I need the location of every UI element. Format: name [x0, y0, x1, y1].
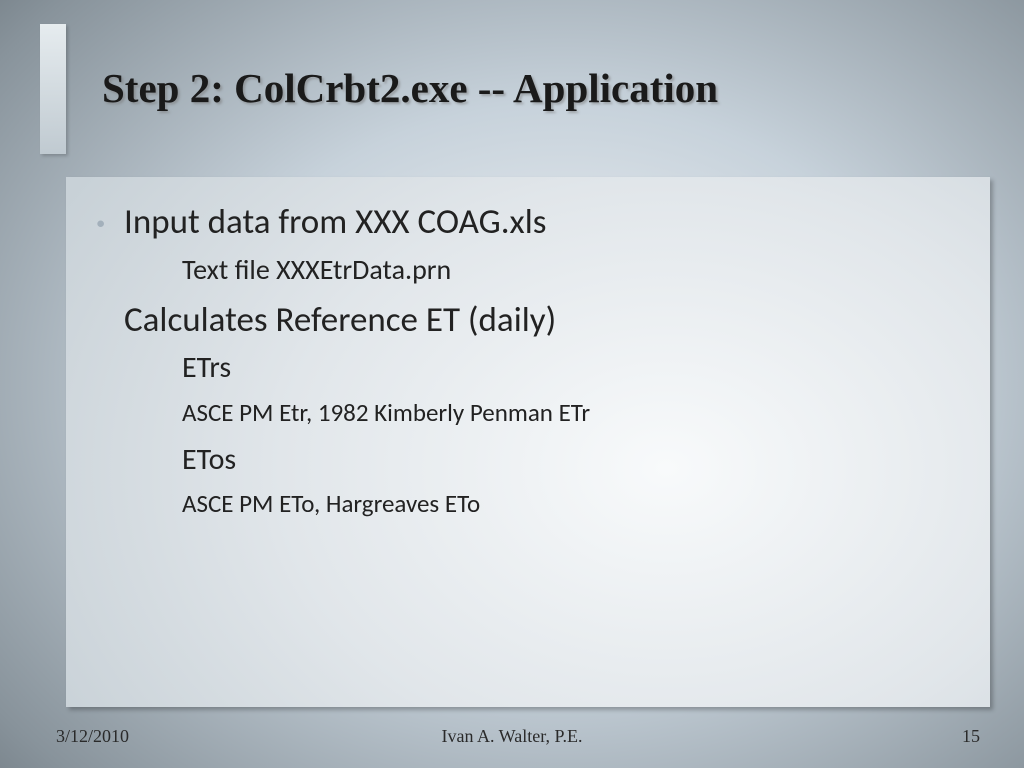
footer-page-number: 15 [962, 726, 980, 747]
footer-author: Ivan A. Walter, P.E. [0, 726, 1024, 747]
bullet-text-subsub: ASCE PM ETo, Hargreaves ETo [182, 486, 960, 521]
bullet-text: Calculates Reference ET (daily) [124, 299, 960, 343]
bullet-icon: 🞄 [96, 207, 118, 235]
content-panel: 🞄 Input data from XXX COAG.xls Text file… [66, 177, 990, 707]
bullet-row-1: 🞄 Input data from XXX COAG.xls [96, 201, 960, 245]
accent-bar [40, 24, 66, 154]
bullet-text-sub: Text file XXXEtrData.prn [182, 251, 960, 289]
slide-footer: 3/12/2010 Ivan A. Walter, P.E. 15 [0, 726, 1024, 750]
bullet-text-subsub: ASCE PM Etr, 1982 Kimberly Penman ETr [182, 395, 960, 430]
bullet-text-sub: ETos [182, 440, 960, 481]
bullet-text: Input data from XXX COAG.xls [124, 201, 960, 245]
bullet-text-sub: ETrs [182, 348, 960, 389]
slide-title: Step 2: ColCrbt2.exe -- Application [102, 64, 718, 112]
